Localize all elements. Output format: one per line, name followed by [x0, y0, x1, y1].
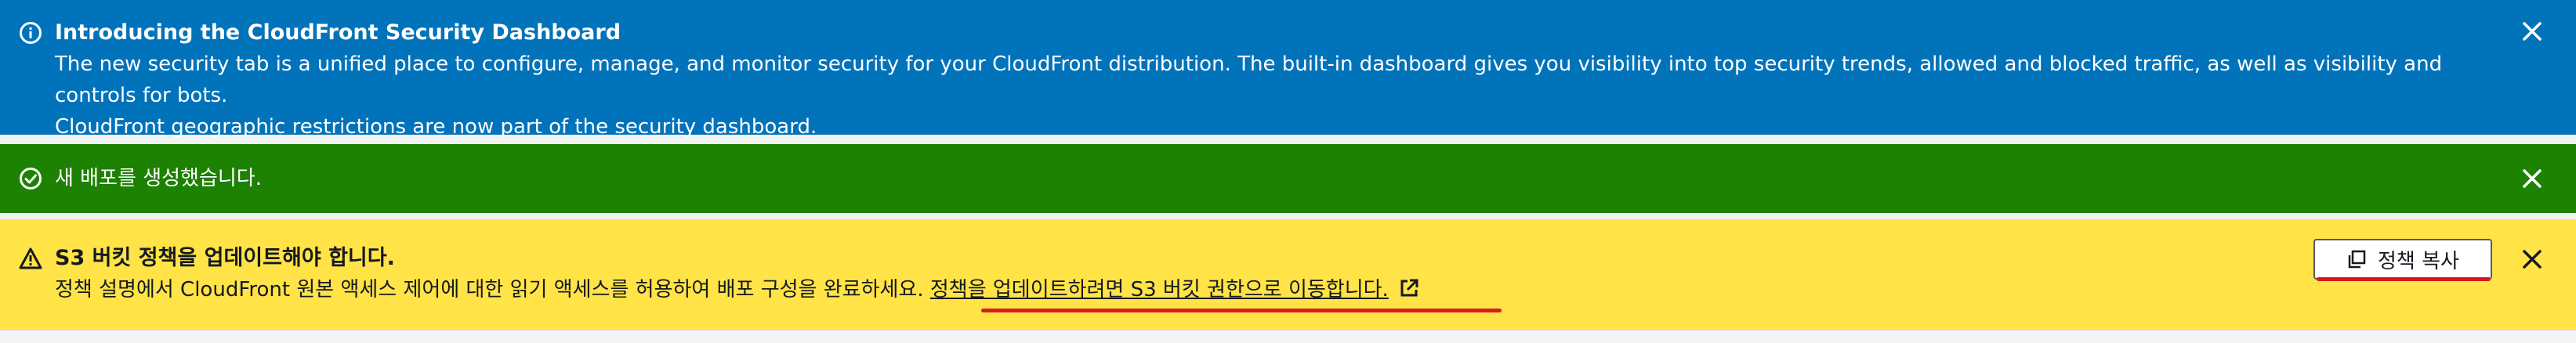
copy-icon — [2346, 249, 2367, 269]
warning-flashbar: S3 버킷 정책을 업데이트해야 합니다. 정책 설명에서 CloudFront… — [0, 219, 2576, 329]
success-flashbar: 새 배포를 생성했습니다. — [0, 144, 2576, 213]
info-icon — [17, 20, 44, 46]
info-flash-line2: CloudFront geographic restrictions are n… — [55, 115, 817, 139]
copy-policy-button-label: 정책 복사 — [2378, 249, 2459, 273]
annotation-underline-button — [2317, 277, 2491, 281]
warning-flash-title: S3 버킷 정책을 업데이트해야 합니다. — [55, 246, 395, 270]
info-flash-title: Introducing the CloudFront Security Dash… — [55, 20, 621, 45]
s3-bucket-permissions-link[interactable]: 정책을 업데이트하려면 S3 버킷 권한으로 이동합니다. — [930, 278, 1389, 301]
success-flash-close-button[interactable] — [2515, 161, 2549, 196]
close-icon — [2523, 250, 2542, 269]
annotation-underline-link — [981, 309, 1502, 312]
check-circle-icon — [17, 165, 44, 192]
page-content-edge — [0, 329, 2576, 343]
warning-flash-close-button[interactable] — [2515, 242, 2549, 276]
warning-flash-body-line: 정책 설명에서 CloudFront 원본 액세스 제어에 대한 읽기 액세스를… — [55, 274, 2288, 309]
success-flash-message: 새 배포를 생성했습니다. — [55, 167, 262, 190]
warning-icon — [17, 245, 44, 272]
external-link-icon[interactable] — [1398, 277, 1420, 309]
copy-policy-button[interactable]: 정책 복사 — [2313, 239, 2492, 280]
info-flashbar: Introducing the CloudFront Security Dash… — [0, 0, 2576, 139]
warning-flash-body: 정책 설명에서 CloudFront 원본 액세스 제어에 대한 읽기 액세스를… — [55, 278, 924, 301]
info-flash-close-button[interactable] — [2515, 14, 2549, 49]
info-flash-line1: The new security tab is a unified place … — [55, 52, 2443, 107]
close-icon — [2523, 169, 2542, 188]
close-icon — [2523, 22, 2542, 41]
